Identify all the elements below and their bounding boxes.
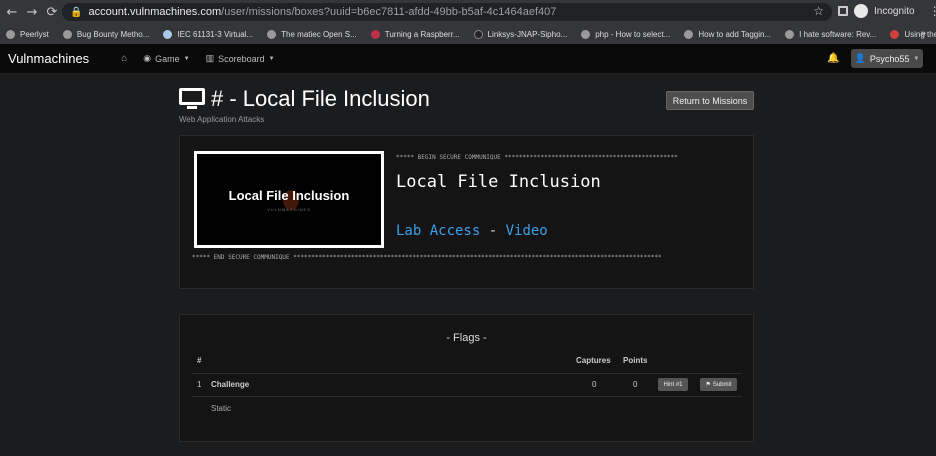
flag-num: 1: [197, 380, 202, 389]
video-link[interactable]: Video: [506, 223, 548, 239]
thumbnail-brand: VULNMACHINES: [267, 206, 311, 212]
bookmark-item[interactable]: Peerlyst: [6, 29, 49, 39]
lock-icon: 🔒: [70, 6, 83, 18]
page-heading: # - Local File Inclusion: [179, 86, 430, 112]
lab-links: Lab Access - Video: [396, 223, 548, 239]
link-separator: -: [480, 223, 506, 239]
bookmarks-more-icon[interactable]: »: [920, 28, 926, 39]
browser-right-controls: Incognito ⋮: [838, 4, 936, 18]
bookmark-item[interactable]: How to add Taggin...: [684, 29, 771, 39]
globe-icon: [62, 29, 72, 39]
url-domain: account.vulnmachines.com: [88, 6, 222, 18]
caret-down-icon: ▼: [268, 55, 275, 62]
col-header-num: #: [197, 356, 202, 365]
back-arrow-icon[interactable]: ←: [2, 5, 22, 20]
nav-scoreboard-label: Scoreboard: [218, 53, 265, 64]
wordpress-icon: [163, 29, 173, 39]
url-path: /user/missions/boxes?uuid=b6ec7811-afdd-…: [221, 6, 557, 18]
return-to-missions-button[interactable]: Return to Missions: [666, 91, 754, 110]
user-menu-button[interactable]: 👤 Psycho55 ▼: [851, 49, 923, 68]
gamepad-icon: ◉: [143, 53, 152, 63]
forward-arrow-icon[interactable]: →: [22, 5, 42, 20]
brand-logo[interactable]: Vulnmachines: [8, 51, 89, 66]
site-navbar: Vulnmachines ⌂ ◉ Game ▼ ▥ Scoreboard ▼ 🔔…: [0, 44, 936, 74]
menu-dots-icon[interactable]: ⋮: [929, 4, 936, 18]
flag-captures: 0: [592, 380, 597, 389]
lab-access-link[interactable]: Lab Access: [396, 223, 480, 239]
user-icon: 👤: [854, 53, 866, 63]
bookmark-item[interactable]: IEC 61131-3 Virtual...: [163, 29, 253, 39]
col-header-captures: Captures: [576, 356, 611, 365]
gnu-icon: [890, 29, 900, 39]
star-icon[interactable]: ☆: [813, 4, 824, 18]
end-communique: ***** END SECURE COMMUNIQUE ************…: [192, 254, 662, 261]
globe-icon: [684, 29, 694, 39]
col-header-points: Points: [623, 356, 648, 365]
hint-button[interactable]: Hint #1: [658, 378, 688, 391]
bookmark-item[interactable]: I hate software: Rev...: [785, 29, 876, 39]
chart-icon: ▥: [205, 53, 215, 63]
globe-icon: [581, 29, 591, 39]
flag-name: Challenge: [211, 380, 250, 389]
flag-points: 0: [633, 380, 638, 389]
bookmarks-bar: Peerlyst Bug Bounty Metho... IEC 61131-3…: [0, 24, 936, 44]
bookmark-item[interactable]: Turning a Raspberr...: [370, 29, 460, 39]
monitor-icon: [179, 88, 205, 110]
flag-icon: ⚑: [705, 381, 711, 388]
begin-communique: ***** BEGIN SECURE COMMUNIQUE **********…: [396, 154, 678, 161]
sidepanel-icon[interactable]: [838, 6, 848, 16]
lab-title: Local File Inclusion: [396, 172, 601, 192]
thumbnail-title: Local File Inclusion: [228, 187, 350, 203]
nav-game-label: Game: [155, 53, 180, 64]
globe-icon: [267, 29, 277, 39]
nav-game[interactable]: ◉ Game ▼: [143, 53, 189, 64]
globe-icon: [6, 29, 15, 39]
bookmark-item[interactable]: php - How to select...: [581, 29, 670, 39]
reload-icon[interactable]: ⟳: [42, 5, 62, 20]
flags-panel: - Flags - # Captures Points 1 Challenge …: [179, 314, 754, 442]
caret-down-icon: ▼: [913, 55, 920, 62]
github-icon: [473, 29, 483, 39]
user-name: Psycho55: [869, 53, 910, 64]
row-divider: [192, 373, 742, 374]
incognito-icon: [854, 4, 868, 18]
flag-type: Static: [211, 404, 232, 413]
page-subtitle: Web Application Attacks: [179, 115, 265, 124]
bell-icon[interactable]: 🔔: [827, 53, 839, 64]
bookmark-item[interactable]: Using the GNU Co...: [890, 29, 936, 39]
home-icon[interactable]: ⌂: [121, 53, 127, 64]
profile-label[interactable]: Incognito: [874, 6, 915, 17]
bookmark-item[interactable]: Bug Bounty Metho...: [62, 29, 149, 39]
flags-heading: - Flags -: [446, 332, 487, 344]
row-divider: [192, 396, 742, 397]
page-title: # - Local File Inclusion: [211, 86, 430, 111]
globe-icon: [785, 29, 795, 39]
submit-label: Submit: [712, 381, 732, 388]
submit-button[interactable]: ⚑ Submit: [700, 378, 737, 391]
browser-toolbar: ← → ⟳ 🔒 account.vulnmachines.com/user/mi…: [0, 0, 936, 24]
address-bar[interactable]: 🔒 account.vulnmachines.com/user/missions…: [62, 3, 832, 21]
nav-scoreboard[interactable]: ▥ Scoreboard ▼: [206, 53, 275, 64]
bookmark-item[interactable]: The matiec Open S...: [267, 29, 357, 39]
lab-thumbnail: Local File Inclusion VULNMACHINES: [194, 151, 384, 248]
lab-panel: Local File Inclusion VULNMACHINES ***** …: [179, 135, 754, 289]
raspberry-icon: [370, 29, 380, 39]
caret-down-icon: ▼: [183, 55, 190, 62]
bookmark-item[interactable]: Linksys-JNAP-Sipho...: [473, 29, 567, 39]
